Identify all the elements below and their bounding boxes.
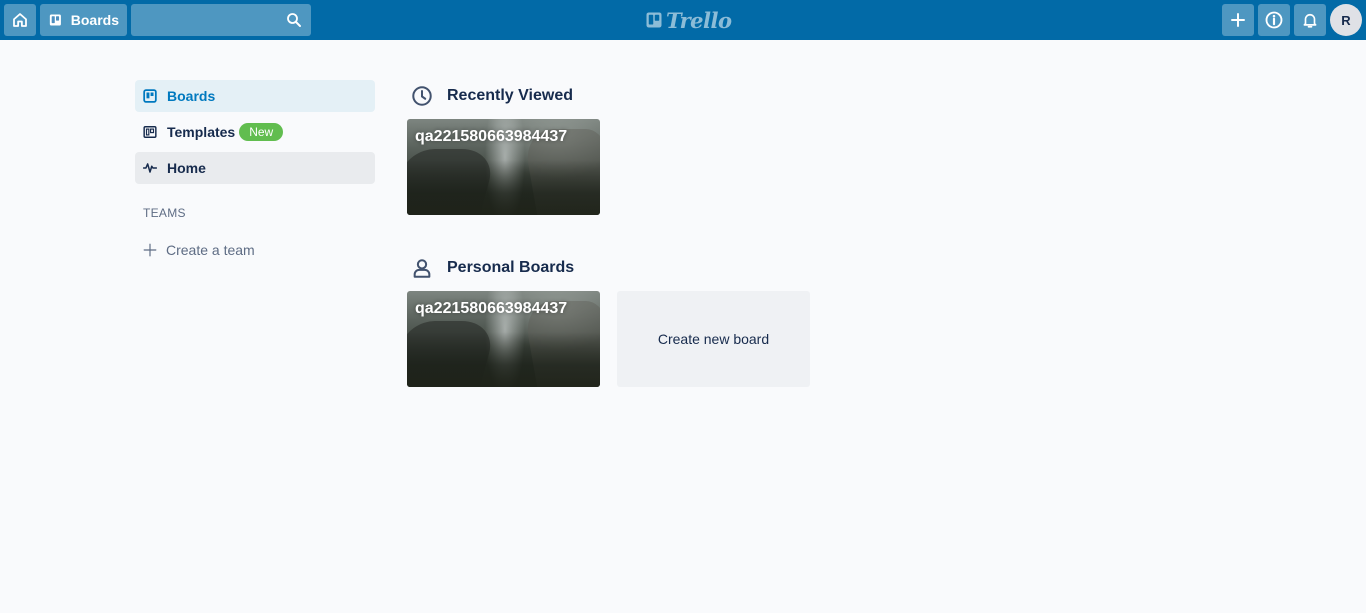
sidebar-item-label: Templates [167, 124, 236, 140]
search-icon[interactable] [285, 11, 303, 29]
trello-logo-icon [646, 12, 662, 28]
create-team-button[interactable]: Create a team [143, 240, 255, 260]
new-badge: New [239, 123, 284, 141]
info-button[interactable] [1258, 4, 1290, 36]
boards-button[interactable]: Boards [40, 4, 127, 36]
sidebar-item-label: Home [167, 160, 206, 176]
trello-logo[interactable]: Trello [645, 7, 732, 33]
bell-icon [1303, 13, 1317, 28]
top-header: Boards Trello R [0, 0, 1366, 40]
clock-icon [412, 86, 432, 106]
boards-button-label: Boards [70, 12, 119, 28]
search-input[interactable] [131, 4, 311, 36]
notifications-button[interactable] [1294, 4, 1326, 36]
person-icon [413, 259, 431, 278]
activity-icon [143, 163, 157, 173]
info-icon [1265, 11, 1283, 29]
template-icon [143, 126, 157, 138]
create-new-board-label: Create new board [657, 331, 770, 347]
home-button[interactable] [4, 4, 36, 36]
avatar[interactable]: R [1330, 4, 1362, 36]
board-icon [143, 89, 157, 103]
create-new-board-button[interactable]: Create new board [617, 291, 810, 387]
board-title: qa221580663984437 [415, 128, 568, 145]
board-tile[interactable]: qa221580663984437 [407, 291, 600, 387]
sidebar-item-boards[interactable]: Boards [135, 80, 375, 112]
create-button[interactable] [1222, 4, 1254, 36]
board-icon [49, 14, 61, 26]
teams-heading: TEAMS [143, 206, 186, 220]
sidebar-item-home[interactable]: Home [135, 152, 375, 184]
board-background [407, 160, 600, 215]
sidebar-item-label: Boards [167, 88, 216, 104]
section-title: Recently Viewed [447, 87, 573, 104]
board-tile[interactable]: qa221580663984437 [407, 119, 600, 215]
search-box[interactable] [131, 4, 311, 36]
home-icon [13, 13, 27, 27]
plus-icon [143, 243, 157, 257]
section-title: Personal Boards [447, 259, 575, 276]
trello-logo-text: Trello [666, 7, 732, 33]
sidebar-item-templates[interactable]: Templates New [135, 116, 375, 148]
create-team-label: Create a team [166, 242, 255, 258]
recently-viewed-heading: Recently Viewed [411, 84, 573, 108]
plus-icon [1231, 13, 1245, 27]
board-title: qa221580663984437 [415, 300, 568, 317]
board-background [407, 332, 600, 387]
personal-boards-heading: Personal Boards [411, 256, 574, 280]
